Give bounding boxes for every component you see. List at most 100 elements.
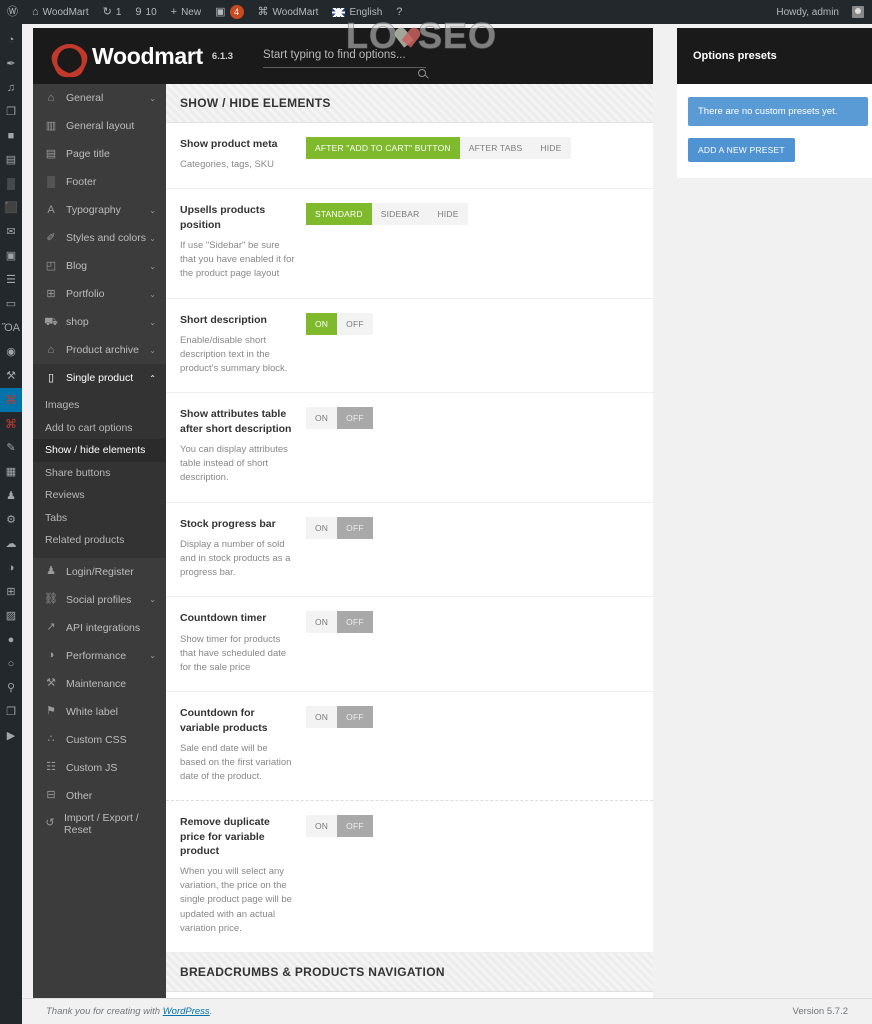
- wp-menu-copies[interactable]: ❐: [0, 700, 22, 724]
- sidebar-subitem-show-hide-elements[interactable]: Show / hide elements: [33, 439, 166, 462]
- sidebar-item-white-label[interactable]: ⚑ White label: [33, 698, 166, 726]
- admin-bar-comments[interactable]: ὞9 10: [128, 0, 163, 24]
- woodmart-sidebar[interactable]: ⌂ General ⌄ ▥ General layout ▤ Page title ▒ Foot…: [33, 84, 166, 1024]
- wp-menu-comments[interactable]: ■: [0, 124, 22, 148]
- option-button-after-tabs[interactable]: AFTER TABS: [460, 137, 532, 159]
- option-button-standard[interactable]: STANDARD: [306, 203, 372, 225]
- wp-menu-users[interactable]: ♟: [0, 484, 22, 508]
- sidebar-item-blog[interactable]: ◰ Blog ⌄: [33, 252, 166, 280]
- sidebar-item-footer[interactable]: ▒ Footer: [33, 168, 166, 196]
- option-button-off[interactable]: OFF: [337, 407, 373, 429]
- admin-bar-woodmart[interactable]: ⌘ WoodMart: [251, 0, 326, 24]
- sidebar-item-import-export-reset[interactable]: ↺ Import / Export / Reset: [33, 810, 166, 838]
- sidebar-item-product-archive[interactable]: ⌂ Product archive ⌄: [33, 336, 166, 364]
- sidebar-subitem-add-to-cart-options[interactable]: Add to cart options: [33, 417, 166, 440]
- wp-menu-settings[interactable]: ⚙: [0, 508, 22, 532]
- sidebar-item-general[interactable]: ⌂ General ⌄: [33, 84, 166, 112]
- option-button-on[interactable]: ON: [306, 313, 337, 335]
- option-label-block: Countdown for variable products Sale end …: [180, 706, 306, 784]
- add-preset-button[interactable]: ADD A NEW PRESET: [688, 138, 795, 162]
- sidebar-subitem-related-products[interactable]: Related products: [33, 529, 166, 552]
- sidebar-item-custom-css[interactable]: ∴ Custom CSS: [33, 726, 166, 754]
- sidebar-item-general-layout[interactable]: ▥ General layout: [33, 112, 166, 140]
- admin-bar-updates[interactable]: ↻ 1: [96, 0, 129, 24]
- wp-menu-products[interactable]: ▤: [0, 148, 22, 172]
- wp-menu-layouts[interactable]: ⊞: [0, 580, 22, 604]
- option-button-off[interactable]: OFF: [337, 313, 373, 335]
- sidebar-subitem-tabs[interactable]: Tabs: [33, 507, 166, 530]
- sidebar-item-label: API integrations: [66, 622, 140, 634]
- wp-menu-tools[interactable]: ⚒: [0, 364, 22, 388]
- sidebar-subitem-images[interactable]: Images: [33, 394, 166, 417]
- option-label-block: Show product meta Categories, tags, SKU: [180, 137, 306, 172]
- sidebar-item-shop[interactable]: ⛟ shop ⌄: [33, 308, 166, 336]
- wp-admin-sidebar[interactable]: ◔ ✒ ♫ ❐ ■ ▤ ▒ ⬛ ✉ ▣ ☰ ▭ ὌA ◉ ⚒ ⌘ ⌘ ✎ ▦ ♟ ⚙ ☁ ◑ ⊞ ▨ ● ○ ⚲ ❐ ▶: [0, 24, 22, 1024]
- options-search[interactable]: [263, 45, 426, 68]
- option-button-off[interactable]: OFF: [337, 706, 373, 728]
- sidebar-item-custom-js[interactable]: ☷ Custom JS: [33, 754, 166, 782]
- wp-menu-appearance[interactable]: ✎: [0, 436, 22, 460]
- wp-menu-search[interactable]: ⚲: [0, 676, 22, 700]
- option-button-on[interactable]: ON: [306, 815, 337, 837]
- option-button-hide[interactable]: HIDE: [531, 137, 570, 159]
- sidebar-subitem-reviews[interactable]: Reviews: [33, 484, 166, 507]
- admin-bar-wpbakery[interactable]: ▣ 4: [208, 0, 250, 24]
- sidebar-item-page-title[interactable]: ▤ Page title: [33, 140, 166, 168]
- wp-menu-cloud[interactable]: ●: [0, 628, 22, 652]
- sidebar-item-typography[interactable]: A Typography ⌄: [33, 196, 166, 224]
- wp-menu-marketing[interactable]: ◉: [0, 340, 22, 364]
- wp-menu-dashboard[interactable]: ◔: [0, 28, 22, 52]
- sidebar-item-login-register[interactable]: ♟ Login/Register: [33, 558, 166, 586]
- search-icon: [418, 69, 426, 77]
- sidebar-item-api-integrations[interactable]: ↗ API integrations: [33, 614, 166, 642]
- wp-menu-analytics[interactable]: ὌA: [0, 316, 22, 340]
- wp-menu-posts[interactable]: ✒: [0, 52, 22, 76]
- option-description: Show timer for products that have schedu…: [180, 633, 296, 676]
- admin-bar-wp-logo[interactable]: Ⓦ: [0, 0, 25, 24]
- sidebar-item-social-profiles[interactable]: ⛓ Social profiles ⌄: [33, 586, 166, 614]
- option-button-sidebar[interactable]: SIDEBAR: [372, 203, 429, 225]
- wp-menu-plugins[interactable]: ▦: [0, 460, 22, 484]
- search-input[interactable]: [263, 49, 426, 61]
- admin-bar-site-name[interactable]: ⌂ WoodMart: [25, 0, 96, 24]
- wp-menu-seo[interactable]: ☁: [0, 532, 22, 556]
- wp-menu-woodmart[interactable]: ⌘: [0, 388, 22, 412]
- wp-menu-portfolio[interactable]: ▒: [0, 172, 22, 196]
- option-button-on[interactable]: ON: [306, 706, 337, 728]
- wp-menu-media[interactable]: ♫: [0, 76, 22, 100]
- wp-menu-elements[interactable]: ▨: [0, 604, 22, 628]
- sidebar-item-maintenance[interactable]: ⚒ Maintenance: [33, 670, 166, 698]
- option-button-hide[interactable]: HIDE: [428, 203, 467, 225]
- admin-bar-language[interactable]: English: [325, 0, 389, 24]
- presets-title: Options presets: [677, 28, 872, 84]
- wp-menu-pages[interactable]: ❐: [0, 100, 22, 124]
- admin-bar-label: 1: [116, 7, 122, 18]
- option-button-after-add-to-cart-button[interactable]: AFTER "ADD TO CART" BUTTON: [306, 137, 460, 159]
- option-button-off[interactable]: OFF: [337, 517, 373, 539]
- sidebar-item-single-product[interactable]: ▯ Single product ⌃: [33, 364, 166, 392]
- option-button-on[interactable]: ON: [306, 407, 337, 429]
- wp-menu-templates[interactable]: ☰: [0, 268, 22, 292]
- sidebar-item-performance[interactable]: ◑ Performance ⌄: [33, 642, 166, 670]
- wordpress-link[interactable]: WordPress: [163, 1006, 210, 1017]
- option-button-on[interactable]: ON: [306, 517, 337, 539]
- option-button-off[interactable]: OFF: [337, 611, 373, 633]
- admin-bar-new-content[interactable]: + New: [164, 0, 208, 24]
- admin-bar-help[interactable]: ?: [389, 0, 409, 24]
- wp-menu-slider[interactable]: ⬛: [0, 196, 22, 220]
- sidebar-item-styles-and-colors[interactable]: ✐ Styles and colors ⌄: [33, 224, 166, 252]
- sidebar-item-portfolio[interactable]: ⊞ Portfolio ⌄: [33, 280, 166, 308]
- wp-menu-performance[interactable]: ◑: [0, 556, 22, 580]
- wp-menu-gallery[interactable]: ▣: [0, 244, 22, 268]
- wp-menu-options[interactable]: ○: [0, 652, 22, 676]
- option-button-off[interactable]: OFF: [337, 815, 373, 837]
- wp-menu-media-player[interactable]: ▶: [0, 724, 22, 748]
- admin-bar-account[interactable]: Howdy, admin: [769, 0, 872, 24]
- sidebar-item-other[interactable]: ⊟ Other: [33, 782, 166, 810]
- layout-icon: ▥: [43, 121, 59, 132]
- wp-menu-forms[interactable]: ▭: [0, 292, 22, 316]
- sidebar-subitem-share-buttons[interactable]: Share buttons: [33, 462, 166, 485]
- wp-menu-mail[interactable]: ✉: [0, 220, 22, 244]
- option-button-on[interactable]: ON: [306, 611, 337, 633]
- wp-menu-woodmart-child[interactable]: ⌘: [0, 412, 22, 436]
